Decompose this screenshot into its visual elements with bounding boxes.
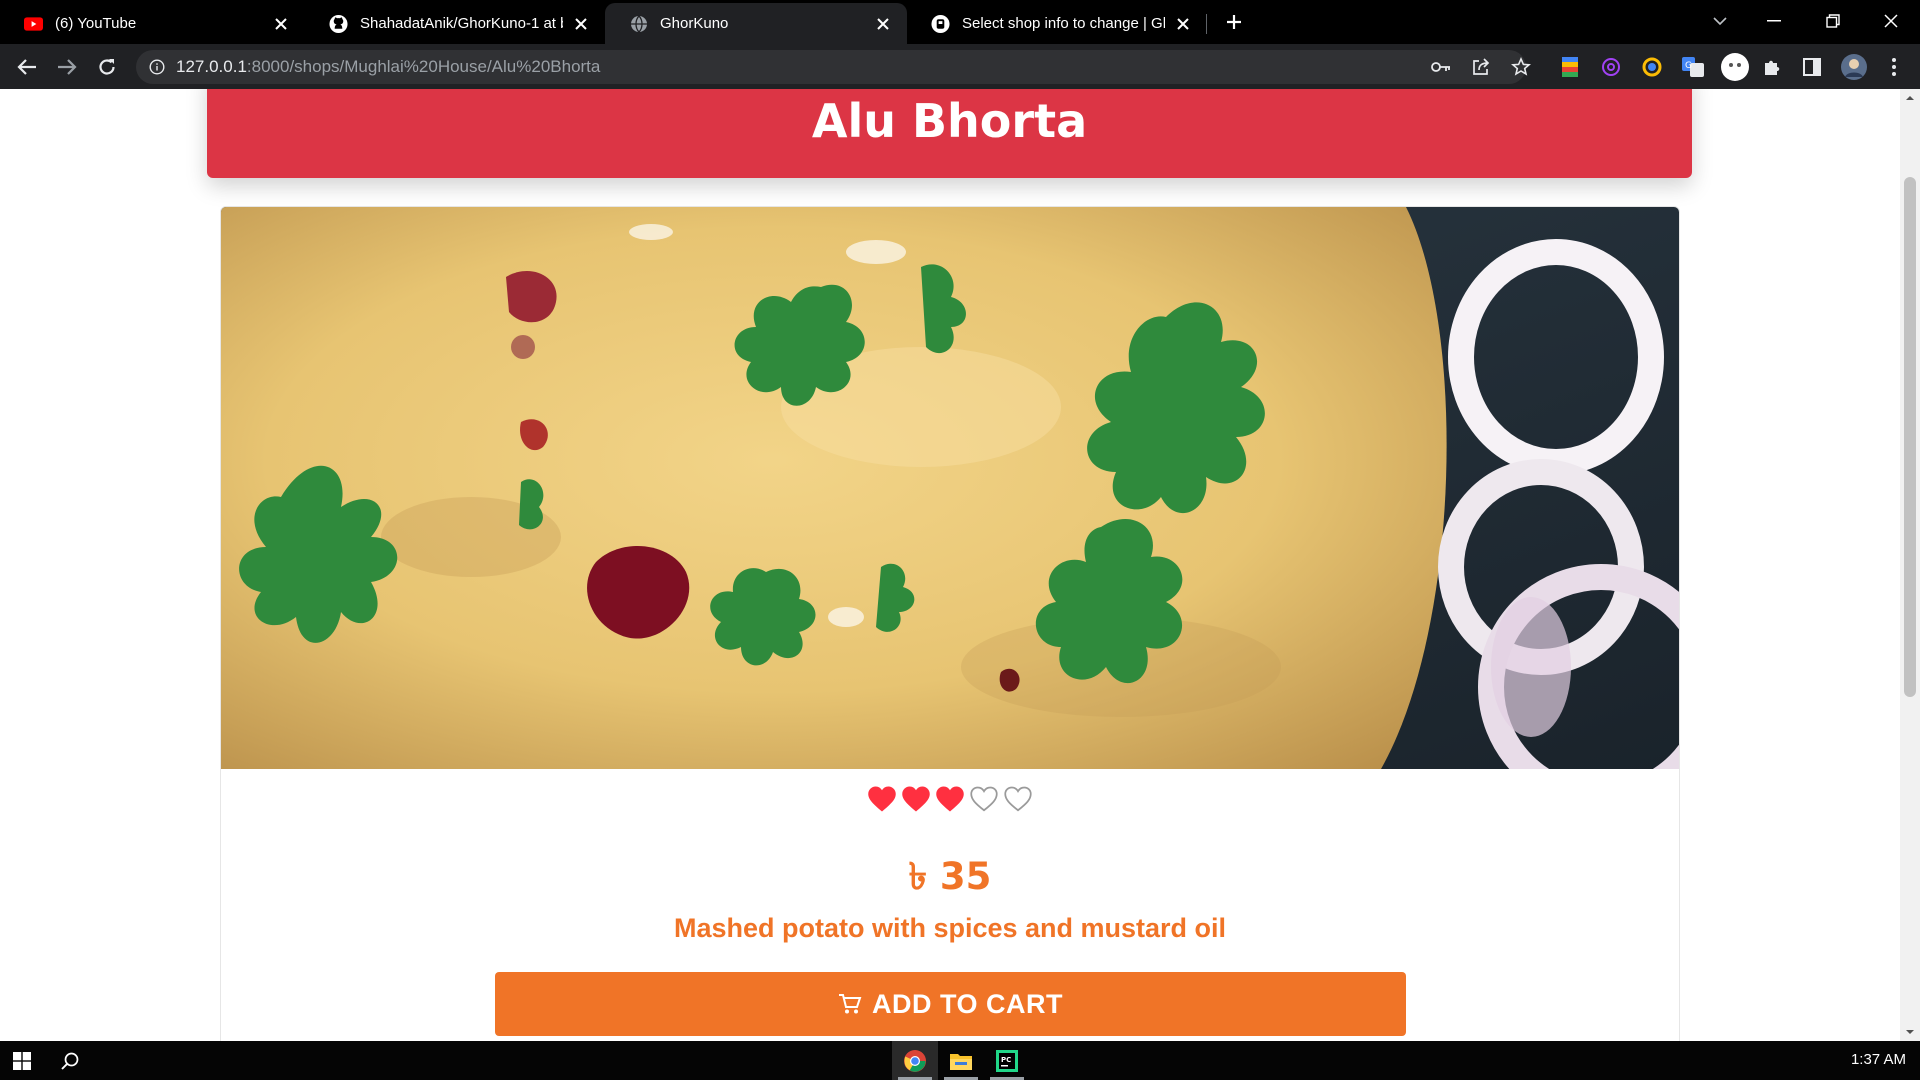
tab-separator	[1206, 14, 1207, 34]
heart-empty-icon[interactable]	[969, 785, 999, 813]
forward-arrow-icon[interactable]	[52, 52, 82, 82]
add-to-cart-label: ADD TO CART	[872, 988, 1063, 1019]
extension-at-icon[interactable]	[1599, 55, 1623, 79]
side-panel-icon[interactable]	[1800, 55, 1824, 79]
minimize-icon[interactable]	[1754, 6, 1794, 36]
scroll-down-arrow-icon[interactable]	[1905, 1027, 1915, 1037]
food-description: Mashed potato with spices and mustard oi…	[673, 913, 1227, 943]
close-tab-icon[interactable]	[1171, 12, 1195, 36]
close-tab-icon[interactable]	[269, 12, 293, 36]
svg-text:PC: PC	[1001, 1056, 1011, 1064]
scrollbar-thumb[interactable]	[1904, 177, 1916, 697]
heart-filled-icon[interactable]	[867, 785, 897, 813]
extensions-puzzle-icon[interactable]	[1760, 55, 1784, 79]
tab-title: GhorKuno	[660, 15, 729, 32]
new-tab-button[interactable]	[1221, 9, 1247, 35]
extension-ring-icon[interactable]	[1640, 55, 1664, 79]
search-icon[interactable]	[48, 1041, 92, 1080]
url-path: :8000/shops/Mughlai%20House/Alu%20Bhorta	[246, 57, 601, 76]
add-to-cart-button[interactable]: ADD TO CART	[495, 972, 1406, 1036]
bookmark-star-icon[interactable]	[1508, 54, 1534, 80]
cart-icon	[839, 994, 862, 1014]
back-arrow-icon[interactable]	[12, 52, 42, 82]
tab-title: (6) YouTube	[55, 15, 137, 32]
food-card: ৳ 35 Mashed potato with spices and musta…	[220, 206, 1680, 1041]
rating-hearts	[221, 785, 1679, 813]
close-tab-icon[interactable]	[871, 12, 895, 36]
django-admin-icon	[931, 14, 950, 33]
profile-avatar-icon[interactable]	[1840, 53, 1868, 81]
tab-strip: (6) YouTube ShahadatAnik/GhorKuno-1 at b…	[0, 0, 1920, 44]
google-translate-icon[interactable]: G	[1681, 55, 1705, 79]
url-host: 127.0.0.1	[176, 57, 247, 76]
heart-empty-icon[interactable]	[1003, 785, 1033, 813]
file-explorer-icon[interactable]	[938, 1041, 984, 1080]
taskbar-clock[interactable]: 1:37 AM	[1851, 1051, 1906, 1068]
food-image	[221, 207, 1679, 769]
share-icon[interactable]	[1468, 54, 1494, 80]
page-scrollbar[interactable]	[1900, 89, 1920, 1041]
site-info-icon[interactable]	[148, 58, 166, 76]
food-price: ৳ 35	[908, 855, 992, 898]
address-bar[interactable]: 127.0.0.1:8000/shops/Mughlai%20House/Alu…	[136, 50, 1531, 84]
reload-icon[interactable]	[92, 52, 122, 82]
browser-toolbar: 127.0.0.1:8000/shops/Mughlai%20House/Alu…	[0, 44, 1920, 89]
github-icon	[329, 14, 348, 33]
page-viewport: Alu Bhorta ৳ 35 Mashed potato with spice…	[0, 89, 1900, 1041]
scroll-up-arrow-icon[interactable]	[1905, 93, 1915, 103]
chrome-taskbar-icon[interactable]	[892, 1041, 938, 1080]
tab-ghorkuno[interactable]: GhorKuno	[605, 3, 907, 44]
tab-title: ShahadatAnik/GhorKuno-1 at ba	[360, 15, 563, 32]
globe-icon	[629, 14, 648, 33]
chrome-menu-icon[interactable]	[1882, 55, 1906, 79]
close-tab-icon[interactable]	[569, 12, 593, 36]
tab-github[interactable]: ShahadatAnik/GhorKuno-1 at ba	[305, 3, 605, 44]
svg-text:G: G	[1685, 61, 1692, 71]
food-title: Alu Bhorta	[811, 94, 1088, 148]
tab-search-chevron-icon[interactable]	[1700, 6, 1740, 36]
windows-start-icon[interactable]	[0, 1041, 44, 1080]
heart-filled-icon[interactable]	[901, 785, 931, 813]
heart-filled-icon[interactable]	[935, 785, 965, 813]
tab-title: Select shop info to change | Gho	[962, 15, 1165, 32]
tab-youtube[interactable]: (6) YouTube	[0, 3, 305, 44]
food-title-banner: Alu Bhorta	[207, 89, 1692, 178]
tab-django-admin[interactable]: Select shop info to change | Gho	[907, 3, 1207, 44]
close-window-icon[interactable]	[1871, 6, 1911, 36]
url-text: 127.0.0.1:8000/shops/Mughlai%20House/Alu…	[176, 57, 600, 77]
restore-icon[interactable]	[1813, 6, 1853, 36]
extension-avatar-icon[interactable]	[1720, 52, 1750, 82]
windows-taskbar: PC 1:37 AM	[0, 1041, 1920, 1080]
extension-colorful-icon[interactable]	[1558, 55, 1582, 79]
youtube-icon	[24, 14, 43, 33]
pycharm-icon[interactable]: PC	[984, 1041, 1030, 1080]
key-icon[interactable]	[1428, 54, 1454, 80]
